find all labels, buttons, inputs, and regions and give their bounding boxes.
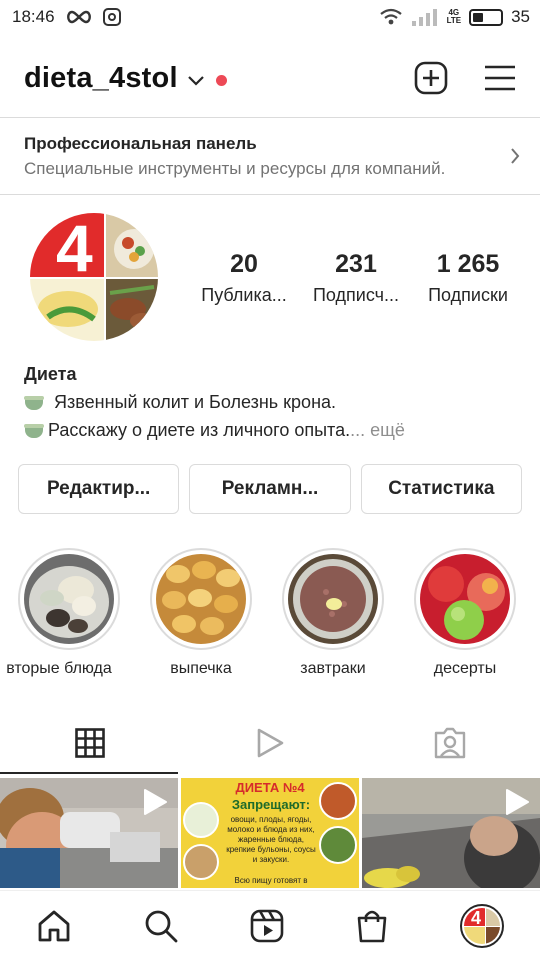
insights-button[interactable]: Статистика: [360, 464, 522, 514]
poster-body: овощи, плоды, ягоды, молоко и блюда из н…: [226, 815, 316, 864]
reels-icon: [257, 728, 284, 758]
poster-dish: [319, 782, 357, 820]
story-highlights: вторые блюда выпечка завтраки десерты: [0, 548, 540, 688]
active-tab-indicator: [0, 772, 178, 774]
tab-tagged[interactable]: [360, 710, 540, 776]
poster-footer: Всю пищу готовят в: [234, 876, 308, 885]
notification-dot: [215, 74, 227, 86]
highlight-ring: [18, 548, 120, 650]
ad-tools-button[interactable]: Рекламн...: [189, 464, 351, 514]
poster-dish: [319, 826, 357, 864]
highlight-image: [24, 554, 114, 644]
home-icon[interactable]: [36, 908, 72, 944]
avatar-logo-image: 4: [464, 907, 501, 944]
highlight-label: десерты: [433, 660, 497, 677]
highlight-item[interactable]: десерты: [410, 548, 520, 678]
poster-dish: [183, 802, 219, 838]
stat-posts-label: Публика...: [201, 285, 287, 305]
highlight-item[interactable]: вторые блюда: [6, 548, 124, 678]
professional-dashboard[interactable]: Профессиональная панель Специальные инст…: [0, 118, 540, 194]
highlight-ring: [414, 548, 516, 650]
shop-icon[interactable]: [355, 908, 389, 944]
highlight-ring: [282, 548, 384, 650]
battery-level: 35: [511, 7, 530, 26]
stat-posts[interactable]: 20 Публика...: [188, 250, 300, 306]
network-type: 4G LTE: [446, 8, 462, 25]
divider: [0, 194, 540, 195]
avatar-logo-image: 4: [30, 213, 158, 341]
bio-name: Диета: [24, 364, 77, 384]
play-icon: [506, 789, 529, 815]
profile-actions: Редактир... Рекламн... Статистика: [18, 464, 522, 514]
new-post-icon[interactable]: [414, 61, 448, 95]
instagram-icon: [102, 8, 121, 26]
highlight-image: [288, 554, 378, 644]
highlight-image: [156, 554, 246, 644]
posts-grid: ДИЕТА №4 Запрещают: овощи, плоды, ягоды,…: [0, 778, 540, 888]
highlight-item[interactable]: выпечка: [146, 548, 256, 678]
highlight-image: [420, 554, 510, 644]
status-time: 18:46: [12, 7, 55, 26]
edit-profile-button[interactable]: Редактир...: [18, 464, 180, 514]
tagged-icon: [434, 727, 466, 759]
stat-following-value: 1 265: [436, 250, 500, 278]
bio-more-link[interactable]: ... ещё: [350, 416, 405, 444]
stat-followers-label: Подписч...: [312, 285, 400, 305]
grid-icon: [75, 728, 105, 758]
post-thumbnail[interactable]: [0, 778, 178, 888]
signal-icon: [411, 9, 437, 26]
pro-panel-title: Профессиональная панель: [24, 134, 257, 153]
stat-posts-value: 20: [230, 250, 258, 278]
bio-line-2: Расскажу о диете из личного опыта.: [48, 420, 351, 440]
status-bar: 18:46 4G LTE 35: [0, 0, 540, 34]
reels-nav-icon[interactable]: [250, 909, 284, 943]
stat-following[interactable]: 1 265 Подписки: [412, 250, 524, 306]
bio-line: Язвенный колит и Болезнь крона.: [24, 388, 524, 416]
poster-dish: [183, 844, 219, 880]
menu-icon[interactable]: [484, 64, 516, 92]
poster-subtitle: Запрещают:: [231, 797, 311, 812]
tab-grid[interactable]: [0, 710, 180, 776]
profile-tabs: [0, 710, 540, 776]
pro-panel-subtitle: Специальные инструменты и ресурсы для ко…: [24, 159, 446, 178]
highlight-label: выпечка: [170, 660, 232, 677]
post-thumbnail[interactable]: ДИЕТА №4 Запрещают: овощи, плоды, ягоды,…: [181, 778, 359, 888]
profile-bio: Диета Язвенный колит и Болезнь крона. Ра…: [24, 360, 524, 444]
profile-nav-avatar[interactable]: 4: [460, 903, 505, 948]
stat-followers-value: 231: [335, 250, 377, 278]
profile-avatar[interactable]: 4: [30, 213, 158, 341]
highlight-item[interactable]: завтраки: [278, 548, 388, 678]
chevron-down-icon[interactable]: [187, 76, 204, 86]
bio-line-1: Язвенный колит и Болезнь крона.: [54, 392, 337, 412]
battery-icon: [469, 8, 504, 26]
infinity-icon: [66, 10, 91, 24]
stat-following-label: Подписки: [428, 285, 508, 305]
profile-stats: 20 Публика... 231 Подписч... 1 265 Подпи…: [188, 250, 524, 306]
highlight-label: вторые блюда: [6, 660, 112, 677]
profile-header: dieta_4stol: [0, 48, 540, 108]
chevron-right-icon: [511, 148, 520, 164]
stat-followers[interactable]: 231 Подписч...: [300, 250, 412, 306]
bottom-navigation: 4: [0, 890, 540, 960]
wifi-icon: [379, 8, 402, 25]
pot-icon: [24, 422, 44, 438]
tab-reels[interactable]: [180, 710, 360, 776]
search-icon[interactable]: [143, 908, 179, 944]
highlight-ring: [150, 548, 252, 650]
svg-text:4: 4: [56, 213, 93, 285]
username[interactable]: dieta_4stol: [24, 62, 178, 95]
bio-line: Расскажу о диете из личного опыта. ... е…: [24, 416, 524, 444]
pot-icon: [24, 394, 44, 410]
post-thumbnail[interactable]: [362, 778, 540, 888]
play-icon: [144, 789, 167, 815]
highlight-label: завтраки: [300, 660, 366, 677]
svg-text:4: 4: [471, 908, 481, 928]
